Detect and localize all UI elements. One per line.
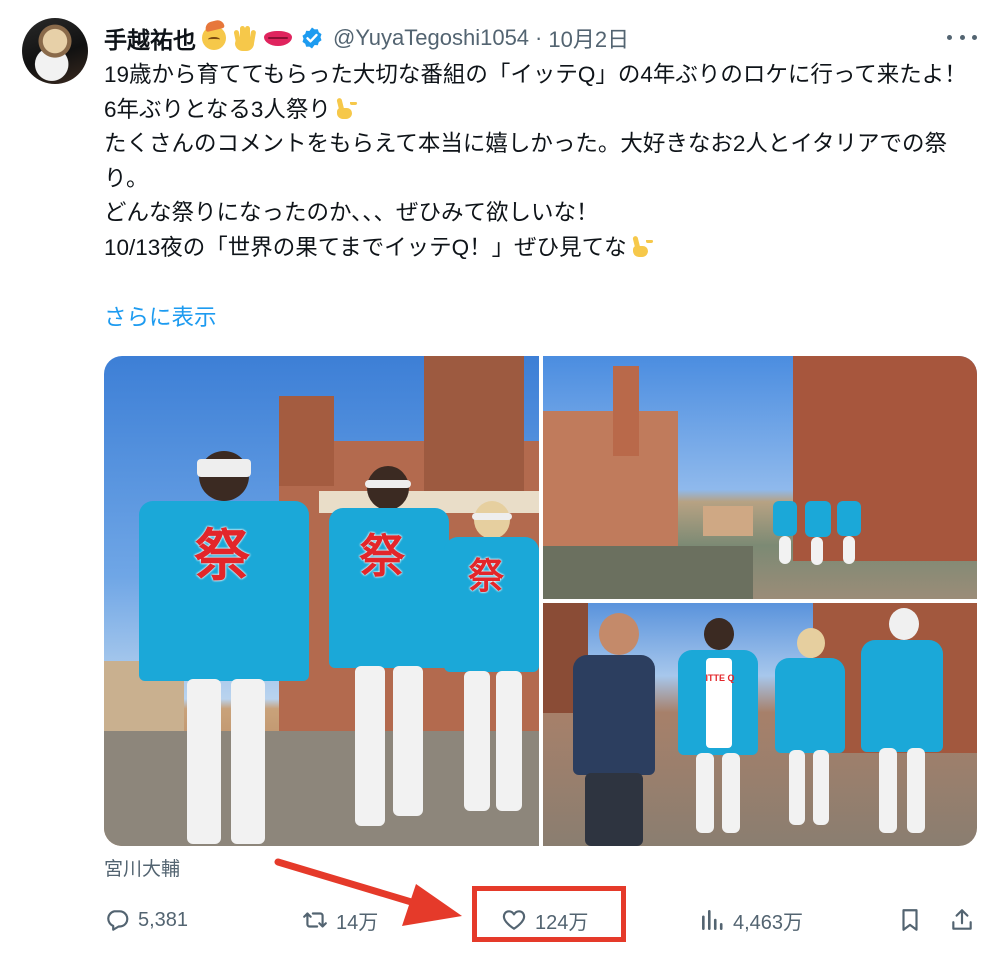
reply-button[interactable]: 5,381 [104, 900, 188, 940]
photo-1-three-men-backs[interactable]: 祭 祭 祭 [104, 356, 539, 846]
header-separator: · [535, 25, 543, 50]
face-with-cowboy-hat-emoji-icon [202, 26, 226, 50]
tweet-header: 手越祐也 @YuyaTegoshi1054 · 10月2日 [104, 22, 629, 54]
tweet-line-1: 19歳から育ててもらった大切な番組の「イッテQ」の4年ぶりのロケに行って来たよ！ [104, 62, 967, 87]
repost-count: 14万 [336, 911, 379, 934]
like-highlight-box [472, 886, 626, 942]
more-options-icon[interactable] [947, 26, 977, 48]
show-more-link[interactable]: さらに表示 [104, 300, 217, 332]
reply-count: 5,381 [138, 908, 189, 931]
victory-hand-emoji-icon [335, 98, 355, 120]
repost-icon [303, 912, 327, 928]
tweet-line-5: 10/13夜の「世界の果てまでイッテQ！」ぜひ見てな [104, 231, 984, 266]
author-name[interactable]: 手越祐也 [104, 21, 196, 55]
author-avatar[interactable] [22, 18, 88, 84]
share-icon [952, 909, 972, 930]
tweet-line-2: 6年ぶりとなる3人祭り [104, 93, 984, 128]
lips-emoji-icon [264, 30, 292, 46]
tweet-line-3: たくさんのコメントをもらえて本当に嬉しかった。大好きなお2人とイタリアでの祭り。 [104, 131, 947, 191]
reply-icon [107, 910, 129, 931]
tweet-line-4: どんな祭りになったのか、、、ぜひみて欲しいな！ [104, 200, 599, 225]
bookmark-button[interactable] [897, 900, 931, 940]
victory-hand-emoji-icon [631, 236, 651, 258]
share-button[interactable] [949, 900, 983, 940]
tweet-text: 19歳から育ててもらった大切な番組の「イッテQ」の4年ぶりのロケに行って来たよ！… [104, 58, 984, 265]
views-chart-icon [702, 910, 723, 930]
bookmark-icon [902, 909, 918, 931]
verified-badge-icon [302, 27, 322, 49]
views-button[interactable]: 4,463万 [699, 900, 803, 940]
tweet-date[interactable]: 10月2日 [548, 22, 629, 54]
photo-3-interview[interactable]: ITTE Q [543, 603, 977, 846]
media-grid: 祭 祭 祭 ITTE Q [104, 356, 977, 846]
matsuri-kanji: 祭 [194, 523, 250, 589]
matsuri-kanji: 祭 [359, 529, 405, 583]
photo-credit[interactable]: 宮川大輔 [104, 854, 180, 881]
repost-button[interactable]: 14万 [302, 900, 378, 940]
views-count: 4,463万 [733, 911, 804, 934]
author-handle[interactable]: @YuyaTegoshi1054 [333, 25, 529, 51]
photo-2-canal-walk[interactable] [543, 356, 977, 599]
matsuri-kanji: 祭 [468, 555, 505, 597]
raised-hand-emoji-icon [232, 25, 257, 51]
ittq-shirt-logo: ITTE Q [705, 673, 735, 683]
